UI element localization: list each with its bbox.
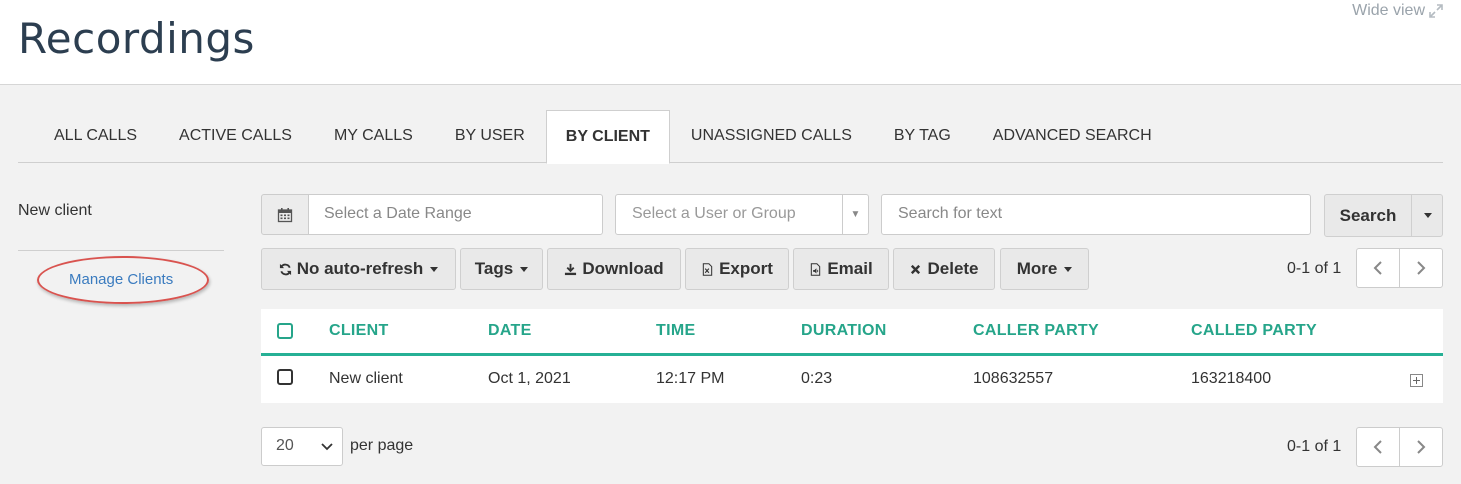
sidebar-divider (18, 250, 224, 251)
previous-page-button[interactable] (1357, 249, 1399, 287)
pagination-range-bottom: 0-1 of 1 (1287, 438, 1342, 455)
manage-clients-link[interactable]: Manage Clients (69, 271, 173, 288)
column-header-duration[interactable]: DURATION (801, 322, 887, 340)
column-header-time[interactable]: TIME (656, 322, 695, 340)
more-label: More (1016, 259, 1058, 278)
per-page-value: 20 (276, 437, 294, 454)
pagination-range: 0-1 of 1 (1287, 260, 1342, 277)
chevron-down-icon (520, 266, 529, 272)
column-header-called-party[interactable]: CALLED PARTY (1191, 322, 1317, 340)
cell-called-party: 163218400 (1191, 370, 1272, 387)
cell-caller-party: 108632557 (973, 370, 1054, 387)
tab-my-calls[interactable]: MY CALLS (313, 110, 434, 163)
close-icon (911, 264, 921, 274)
chevron-left-icon (1373, 261, 1382, 275)
tab-active-calls[interactable]: ACTIVE CALLS (158, 110, 313, 163)
email-label: Email (827, 259, 873, 278)
cell-client: New client (329, 370, 403, 387)
search-options-toggle[interactable] (1411, 194, 1443, 237)
column-header-caller-party[interactable]: CALLER PARTY (973, 322, 1099, 340)
chevron-right-icon (1417, 440, 1426, 454)
column-header-date[interactable]: DATE (488, 322, 532, 340)
chevron-down-icon (321, 443, 333, 451)
page-title: Recordings (18, 14, 255, 63)
table-header: CLIENT DATE TIME DURATION CALLER PARTY C… (261, 309, 1443, 356)
tags-label: Tags (474, 259, 514, 278)
calendar-icon (277, 207, 293, 222)
audio-file-icon (811, 262, 821, 276)
chevron-right-icon (1417, 261, 1426, 275)
expand-arrows-icon (1429, 4, 1443, 18)
user-group-placeholder: Select a User or Group (632, 205, 796, 222)
chevron-down-icon (1064, 266, 1073, 272)
email-button[interactable]: Email (793, 248, 889, 290)
auto-refresh-label: No auto-refresh (296, 259, 424, 278)
previous-page-button[interactable] (1357, 428, 1399, 466)
chevron-left-icon (1373, 440, 1382, 454)
next-page-button[interactable] (1399, 428, 1442, 466)
tags-button[interactable]: Tags (460, 248, 543, 290)
sidebar-item-new-client[interactable]: New client (18, 202, 92, 220)
delete-button[interactable]: Delete (893, 248, 995, 290)
tab-all-calls[interactable]: ALL CALLS (18, 110, 158, 163)
pagination-controls-bottom (1356, 427, 1443, 467)
page-header: Recordings Wide view (0, 0, 1461, 85)
recordings-table: CLIENT DATE TIME DURATION CALLER PARTY C… (261, 309, 1443, 403)
export-button[interactable]: Export (685, 248, 789, 290)
pagination-controls (1356, 248, 1443, 288)
download-button[interactable]: Download (547, 248, 681, 290)
refresh-icon (279, 263, 291, 275)
select-all-checkbox[interactable] (277, 323, 293, 339)
download-icon (565, 263, 577, 275)
user-group-select[interactable]: Select a User or Group ▼ (615, 194, 869, 235)
date-range-addon[interactable] (261, 194, 309, 235)
expand-row-icon[interactable] (1410, 374, 1423, 387)
chevron-down-icon (1424, 213, 1432, 218)
excel-file-icon (702, 262, 713, 276)
download-label: Download (582, 259, 664, 278)
search-button[interactable]: Search (1324, 194, 1412, 237)
row-checkbox[interactable] (277, 369, 293, 385)
search-text-input[interactable]: Search for text (881, 194, 1311, 235)
date-range-input[interactable]: Select a Date Range (308, 194, 603, 235)
per-page-label: per page (350, 437, 414, 454)
chevron-down-icon (430, 266, 439, 272)
delete-label: Delete (927, 259, 979, 278)
tab-by-tag[interactable]: BY TAG (873, 110, 972, 163)
cell-time: 12:17 PM (656, 370, 725, 387)
next-page-button[interactable] (1399, 249, 1442, 287)
tab-unassigned-calls[interactable]: UNASSIGNED CALLS (670, 110, 873, 163)
table-row[interactable]: New client Oct 1, 2021 12:17 PM 0:23 108… (261, 356, 1443, 403)
tab-by-client[interactable]: BY CLIENT (545, 110, 670, 164)
per-page-select[interactable]: 20 (261, 427, 343, 466)
more-button[interactable]: More (1000, 248, 1089, 290)
wide-view-toggle[interactable]: Wide view (1352, 2, 1443, 20)
tab-advanced-search[interactable]: ADVANCED SEARCH (972, 110, 1173, 163)
export-label: Export (719, 259, 773, 278)
cell-date: Oct 1, 2021 (488, 370, 571, 387)
tab-by-user[interactable]: BY USER (434, 110, 546, 163)
cell-duration: 0:23 (801, 370, 833, 387)
column-header-client[interactable]: CLIENT (329, 322, 389, 340)
wide-view-label: Wide view (1352, 2, 1425, 19)
tab-bar: ALL CALLS ACTIVE CALLS MY CALLS BY USER … (18, 110, 1443, 164)
dropdown-caret-icon: ▼ (842, 195, 868, 234)
auto-refresh-button[interactable]: No auto-refresh (261, 248, 456, 290)
